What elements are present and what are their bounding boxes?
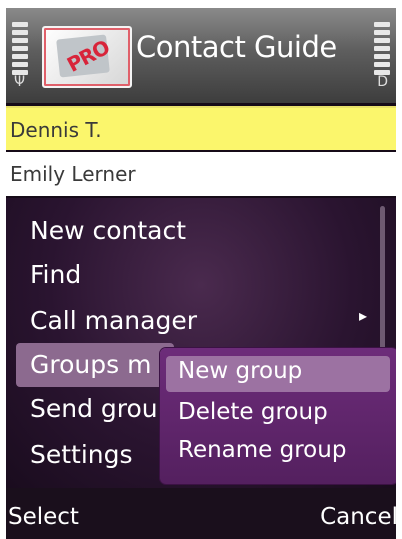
submenu-item-new-group[interactable]: New group bbox=[178, 358, 302, 384]
battery-icon: D bbox=[377, 74, 388, 90]
title-bar: Ψ PRO Contact Guide D bbox=[6, 8, 396, 103]
menu-item-call-manager[interactable]: Call manager bbox=[30, 306, 197, 335]
battery-indicator bbox=[374, 22, 390, 78]
submenu-arrow-icon: ▸ bbox=[359, 306, 368, 325]
screen: Ψ PRO Contact Guide D Dennis T. Emily Le… bbox=[0, 0, 402, 539]
submenu-item-rename-group[interactable]: Rename group bbox=[178, 437, 346, 463]
softkey-bar: Select Cancel bbox=[6, 488, 396, 539]
antenna-icon: Ψ bbox=[14, 74, 26, 90]
phone-display: Ψ PRO Contact Guide D Dennis T. Emily Le… bbox=[6, 8, 396, 539]
menu-item-find[interactable]: Find bbox=[30, 260, 81, 289]
menu-item-new-contact[interactable]: New contact bbox=[30, 216, 186, 245]
select-softkey[interactable]: Select bbox=[8, 504, 79, 530]
app-logo: PRO bbox=[42, 26, 132, 88]
menu-item-groups-manager[interactable]: Groups m bbox=[30, 350, 151, 379]
menu-item-send-group[interactable]: Send grou bbox=[30, 394, 158, 423]
contact-item-dennis[interactable]: Dennis T. bbox=[6, 106, 396, 150]
groups-submenu: New group Delete group Rename group bbox=[160, 348, 396, 484]
app-title: Contact Guide bbox=[136, 30, 337, 64]
cancel-softkey[interactable]: Cancel bbox=[320, 504, 396, 530]
contact-item-emily[interactable]: Emily Lerner bbox=[6, 152, 396, 196]
menu-item-settings[interactable]: Settings bbox=[30, 440, 133, 469]
signal-strength-indicator bbox=[12, 22, 28, 78]
submenu-item-delete-group[interactable]: Delete group bbox=[178, 399, 328, 425]
